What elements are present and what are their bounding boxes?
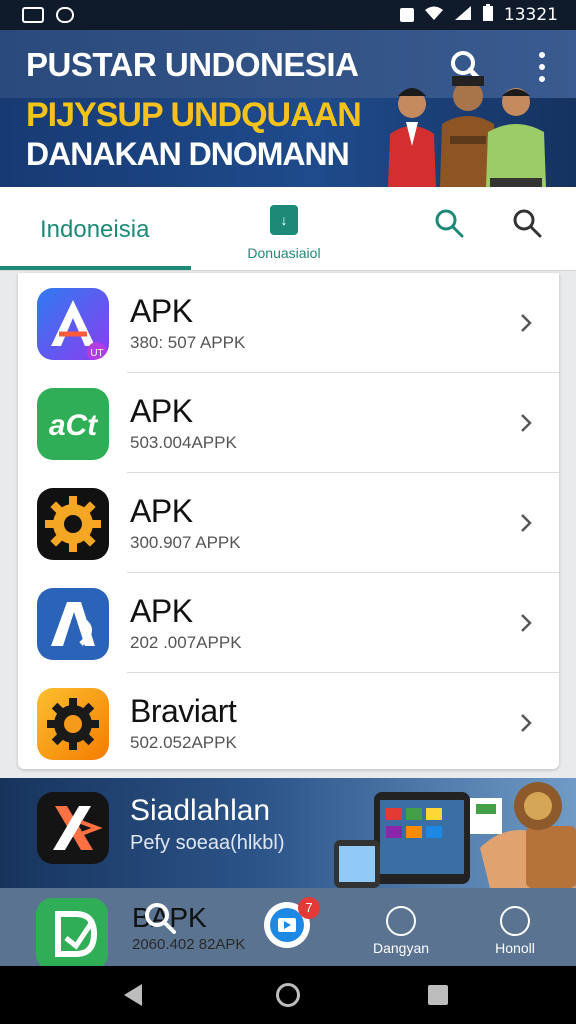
app-size: 503.004APPK xyxy=(130,433,237,452)
banner-headline: PIJYSUP UNDQUAAN xyxy=(26,96,362,134)
list-item[interactable]: APK 300.907 APPK xyxy=(18,473,559,573)
chevron-right-icon xyxy=(521,414,532,432)
message-notification-icon xyxy=(56,7,74,23)
vibrate-icon xyxy=(399,8,414,22)
bottom-app-size: 2060.402 82APK xyxy=(132,936,246,953)
search-icon[interactable] xyxy=(510,206,544,240)
list-item[interactable]: Braviart 502.052APPK xyxy=(18,673,559,773)
tab-download-label: Donuasiaiol xyxy=(247,245,321,261)
battery-icon xyxy=(482,3,494,27)
app-name: APK xyxy=(130,393,193,429)
clock-icon xyxy=(500,906,530,936)
banner-subheadline: DANAKAN DNOMANN xyxy=(26,136,350,172)
back-icon[interactable] xyxy=(124,984,142,1006)
app-size: 380: 507 APPK xyxy=(130,333,246,352)
search-icon[interactable] xyxy=(432,206,466,240)
tab-bar: Indoneisia ↓ Donuasiaiol xyxy=(0,187,576,271)
app-name: APK xyxy=(130,593,193,629)
list-item[interactable]: aCt APK 503.004APPK xyxy=(18,373,559,473)
status-bar: 13321 xyxy=(0,0,576,30)
tab-download[interactable]: ↓ Donuasiaiol xyxy=(236,205,332,261)
download-icon: ↓ xyxy=(270,205,298,235)
page-title: PUSTAR UNDONESIA xyxy=(26,46,359,83)
promo-title: Siadlahlan xyxy=(130,794,271,827)
compass-icon xyxy=(386,906,416,936)
app-name: APK xyxy=(130,493,193,529)
home-icon[interactable] xyxy=(276,983,300,1007)
list-item[interactable]: APK 202 .007APPK xyxy=(18,573,559,673)
app-x-icon xyxy=(37,792,109,864)
orange-gear-icon xyxy=(37,688,109,760)
promo-subtitle: Pefy soeaa(hlkbl) xyxy=(130,832,285,854)
app-blue-a-icon xyxy=(37,588,109,660)
search-icon[interactable] xyxy=(142,900,178,936)
promo-banner[interactable]: Siadlahlan Pefy soeaa(hlkbl) xyxy=(0,778,576,888)
nav-item-label: Honoll xyxy=(495,940,535,956)
app-d-icon xyxy=(36,898,108,970)
list-item[interactable]: UT APK 380: 507 APPK xyxy=(18,273,559,373)
app-name: Braviart xyxy=(130,693,237,729)
app-size: 202 .007APPK xyxy=(130,633,242,652)
nav-item-honoll[interactable]: Honoll xyxy=(475,906,555,956)
chevron-right-icon xyxy=(521,514,532,532)
nav-item-dangyan[interactable]: Dangyan xyxy=(361,906,441,956)
clock: 13321 xyxy=(503,5,558,25)
app-name: APK xyxy=(130,293,193,329)
chevron-right-icon xyxy=(521,314,532,332)
app-badge: UT xyxy=(90,348,103,359)
notification-badge: 7 xyxy=(298,897,320,919)
app-size: 300.907 APPK xyxy=(130,533,241,552)
app-a-icon: UT xyxy=(37,288,109,360)
image-notification-icon xyxy=(22,7,44,23)
app-size: 502.052APPK xyxy=(130,733,237,752)
people-illustration xyxy=(388,76,546,187)
active-tab-indicator xyxy=(0,266,191,270)
wifi-icon xyxy=(424,5,444,26)
chevron-right-icon xyxy=(521,614,532,632)
header-banner: PUSTAR UNDONESIA PIJYSUP UNDQUAAN DANAKA… xyxy=(0,30,576,187)
app-list: UT APK 380: 507 APPK aCt APK 503.004APPK xyxy=(18,273,559,769)
tab-indonesia[interactable]: Indoneisia xyxy=(40,216,149,244)
nav-item-label: Dangyan xyxy=(372,940,430,956)
devices-illustration xyxy=(334,782,576,888)
app-icon-text: aCt xyxy=(49,409,99,442)
app-green-icon: aCt xyxy=(37,388,109,460)
signal-icon xyxy=(454,5,472,26)
chevron-right-icon xyxy=(521,714,532,732)
recent-apps-icon[interactable] xyxy=(428,985,448,1005)
gear-icon xyxy=(37,488,109,560)
